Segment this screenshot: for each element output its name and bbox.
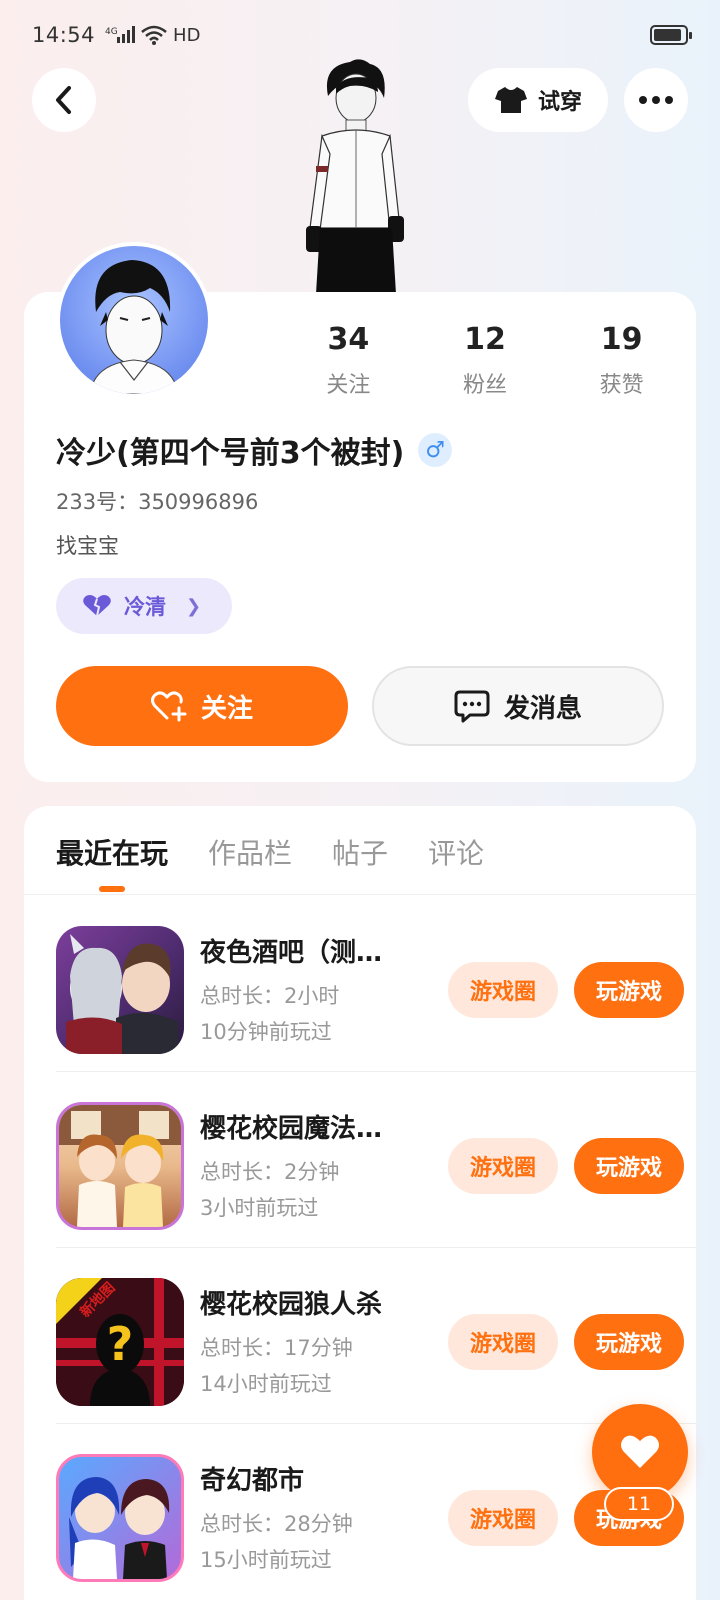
stat-followers-label: 粉丝 [463,373,508,398]
heart-icon [621,1435,659,1468]
try-on-label: 试穿 [537,90,582,115]
heart-broken-icon [83,595,111,617]
game-art-image [66,934,178,1054]
svg-text:?: ? [107,1317,134,1371]
play-game-button[interactable]: 玩游戏 [574,1314,684,1370]
game-icon-sakura-werewolf[interactable]: ? 新地图 [56,1278,184,1406]
game-last-played: 14小时前玩过 [200,1372,332,1396]
male-gender-icon: ♂ [418,433,453,467]
game-title: 樱花校园魔法世界 [200,1114,400,1144]
game-icon-night-bar[interactable] [56,926,184,1054]
tab-recently-played[interactable]: 最近在玩 [56,832,168,892]
game-duration: 总时长：2小时 [200,984,340,1008]
cellular-signal-icon: 4G [105,26,136,43]
game-row[interactable]: ? 新地图 樱花校园狼人杀 总时长：17分钟 14小时前玩过 游戏圈 玩游戏 [56,1248,696,1424]
game-circle-button[interactable]: 游戏圈 [448,1314,558,1370]
svg-text:4G: 4G [105,27,118,37]
more-dots-icon [639,96,673,104]
try-on-button[interactable]: 试穿 [468,68,608,132]
game-title: 夜色酒吧（测试） [200,938,400,968]
send-message-label: 发消息 [503,693,582,724]
stat-likes-label: 获赞 [599,373,644,398]
game-last-played: 15小时前玩过 [200,1548,332,1572]
game-row[interactable]: 夜色酒吧（测试） 总时长：2小时 10分钟前玩过 游戏圈 玩游戏 [56,896,696,1072]
stat-followers[interactable]: 12 粉丝 [417,322,554,399]
chat-bubble-icon [454,690,490,723]
game-last-played: 10分钟前玩过 [200,1020,332,1044]
play-game-button[interactable]: 玩游戏 [574,962,684,1018]
more-options-button[interactable] [624,68,688,132]
character-figure-image [306,59,404,294]
user-id: 233号：350996896 [56,490,259,514]
follow-button[interactable]: 关注 [56,666,348,746]
chevron-right-icon: ❯ [186,595,202,617]
username: 冷少(第四个号前3个被封) [56,436,405,471]
game-row[interactable]: 樱花校园魔法世界 总时长：2分钟 3小时前玩过 游戏圈 玩游戏 [56,1072,696,1248]
tshirt-icon [494,87,527,113]
game-art-image: ? 新地图 [56,1278,184,1406]
game-art-image [59,1105,181,1227]
game-circle-button[interactable]: 游戏圈 [448,1138,558,1194]
follow-label: 关注 [200,693,253,724]
game-duration: 总时长：2分钟 [200,1160,340,1184]
chevron-left-icon [56,86,71,114]
game-title: 樱花校园狼人杀 [200,1290,383,1320]
back-button[interactable] [32,68,96,132]
stat-followers-count: 12 [464,322,506,357]
game-icon-fantasy-city[interactable] [56,1454,184,1582]
send-message-button[interactable]: 发消息 [372,666,664,746]
game-art-image [69,1477,170,1579]
username-row: 冷少(第四个号前3个被封) ♂ [56,428,453,472]
tab-comments[interactable]: 评论 [428,832,484,892]
game-title: 奇幻都市 [200,1466,305,1496]
tab-posts[interactable]: 帖子 [332,832,388,892]
game-circle-button[interactable]: 游戏圈 [448,962,558,1018]
status-tag-chip[interactable]: 冷清 ❯ [56,578,232,634]
tabs-divider [24,894,696,895]
user-bio: 找宝宝 [56,534,119,558]
hd-label: HD [173,24,201,46]
profile-tabs: 最近在玩 作品栏 帖子 评论 [56,832,484,892]
game-duration: 总时长：17分钟 [200,1336,353,1360]
game-last-played: 3小时前玩过 [200,1196,319,1220]
tab-works[interactable]: 作品栏 [208,832,292,892]
stat-following[interactable]: 34 关注 [280,322,417,399]
profile-stats: 34 关注 12 粉丝 19 获赞 [280,322,690,399]
stat-likes[interactable]: 19 获赞 [553,322,690,399]
profile-avatar[interactable] [56,242,212,398]
game-duration: 总时长：28分钟 [200,1512,353,1536]
battery-icon [650,25,692,45]
wifi-icon [141,25,167,45]
stat-likes-count: 19 [600,322,643,357]
status-time: 14:54 [32,23,96,47]
avatar-portrait-image [89,260,179,394]
stat-following-label: 关注 [326,373,371,398]
signal-indicators: 4G HD [105,25,200,46]
like-count-badge: 11 [604,1487,674,1521]
heart-plus-icon [150,691,187,722]
content-card: 最近在玩 作品栏 帖子 评论 夜色酒吧（测试） 总时长：2小时 10分钟前玩过 … [24,806,696,1600]
play-game-button[interactable]: 玩游戏 [574,1138,684,1194]
game-circle-button[interactable]: 游戏圈 [448,1490,558,1546]
stat-following-count: 34 [327,322,370,357]
like-fab-button[interactable] [592,1404,688,1500]
game-icon-sakura-magic[interactable] [56,1102,184,1230]
status-tag-label: 冷清 [124,595,166,619]
